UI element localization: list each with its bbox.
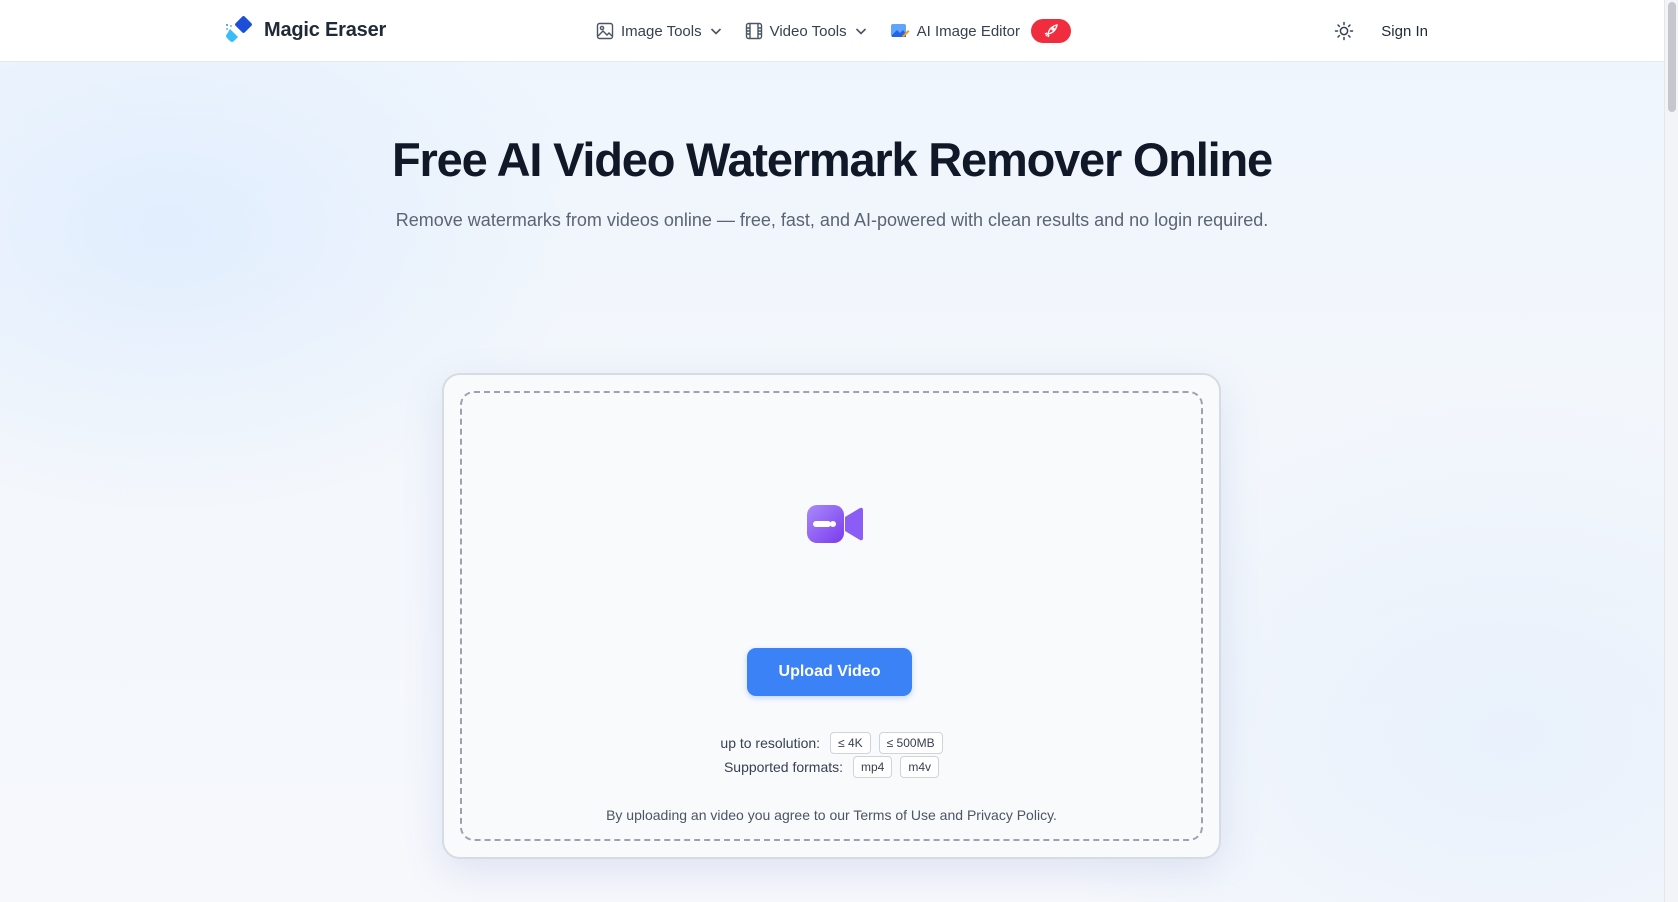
- sign-in-link[interactable]: Sign In: [1381, 23, 1428, 40]
- format-chip-mp4: mp4: [853, 756, 893, 778]
- resolution-chip-4k: ≤ 4K: [830, 732, 871, 754]
- nav-ai-image-editor[interactable]: AI Image Editor: [890, 19, 1072, 43]
- chevron-down-icon: [855, 28, 866, 35]
- agree-and: and: [935, 807, 967, 823]
- nav-video-tools-label: Video Tools: [769, 22, 847, 40]
- header-actions: Sign In: [1331, 0, 1428, 62]
- size-chip-500mb: ≤ 500MB: [878, 732, 943, 754]
- resolution-limits: up to resolution: ≤ 4K ≤ 500MB: [462, 732, 1201, 754]
- main-nav: Image Tools Video Tools AI Image Editor: [596, 0, 1072, 62]
- upload-card: Upload Video up to resolution: ≤ 4K ≤ 50…: [442, 373, 1221, 859]
- eraser-logo-icon: [226, 16, 252, 42]
- nav-video-tools[interactable]: Video Tools: [745, 22, 868, 40]
- theme-toggle-button[interactable]: [1331, 18, 1357, 44]
- top-nav-bar: Magic Eraser Image Tools Video Tools AI …: [0, 0, 1664, 62]
- terms-of-use-link[interactable]: Terms of Use: [853, 807, 935, 823]
- video-dropzone[interactable]: Upload Video up to resolution: ≤ 4K ≤ 50…: [460, 391, 1203, 841]
- nav-image-tools[interactable]: Image Tools: [596, 22, 723, 40]
- scrollbar-thumb[interactable]: [1668, 2, 1676, 112]
- brand-name: Magic Eraser: [264, 18, 387, 41]
- ai-editor-icon: [890, 24, 910, 38]
- privacy-policy-link[interactable]: Privacy Policy: [967, 807, 1053, 823]
- format-chip-m4v: m4v: [900, 756, 940, 778]
- page-subtitle: Remove watermarks from videos online — f…: [395, 210, 1269, 230]
- page-scrollbar[interactable]: [1664, 0, 1678, 902]
- page-title: Free AI Video Watermark Remover Online: [392, 133, 1273, 186]
- image-icon: [596, 22, 614, 40]
- nav-image-tools-label: Image Tools: [621, 22, 702, 40]
- nav-ai-image-editor-label: AI Image Editor: [916, 22, 1021, 40]
- video-camera-icon: [807, 505, 863, 543]
- agree-suffix: .: [1053, 807, 1057, 823]
- film-icon: [745, 22, 762, 40]
- terms-agreement-text: By uploading an video you agree to our T…: [462, 807, 1201, 823]
- hot-badge: [1031, 19, 1072, 43]
- brand-logo-link[interactable]: Magic Eraser: [224, 14, 386, 46]
- rocket-icon: [1044, 24, 1058, 38]
- sun-icon: [1335, 21, 1354, 41]
- chevron-down-icon: [710, 28, 721, 35]
- supported-formats: Supported formats: mp4 m4v: [462, 756, 1201, 778]
- resolution-label: up to resolution:: [720, 735, 821, 751]
- upload-video-button[interactable]: Upload Video: [747, 648, 912, 696]
- formats-label: Supported formats:: [723, 759, 844, 775]
- agree-prefix: By uploading an video you agree to our: [606, 807, 854, 823]
